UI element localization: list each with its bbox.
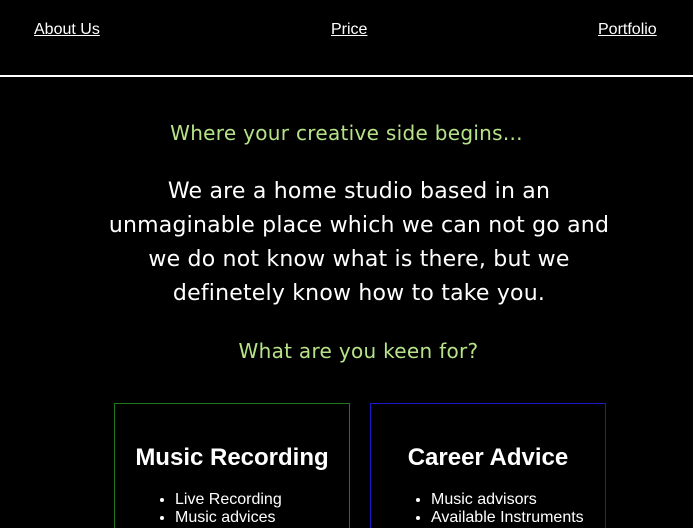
- hero-intro-text: We are a home studio based in an unmagin…: [108, 179, 610, 306]
- list-item: Music advices: [175, 509, 282, 527]
- list-item: Music advisors: [431, 491, 584, 509]
- nav-link-about-us[interactable]: About Us: [34, 21, 100, 39]
- list-item: Available Instruments: [431, 509, 584, 527]
- hero-tagline: Where your creative side begins...: [170, 121, 523, 145]
- service-card-music-recording: Music Recording Live Recording Music adv…: [114, 403, 350, 528]
- card-feature-list: Music advisors Available Instruments: [371, 491, 584, 527]
- card-feature-list: Live Recording Music advices: [115, 491, 282, 527]
- card-title: Career Advice: [407, 444, 569, 471]
- services-question: What are you keen for?: [238, 339, 479, 363]
- card-title: Music Recording: [135, 444, 329, 471]
- nav-link-price[interactable]: Price: [331, 21, 367, 39]
- list-item: Live Recording: [175, 491, 282, 509]
- nav-link-portfolio[interactable]: Portfolio: [598, 21, 657, 39]
- service-card-career-advice: Career Advice Music advisors Available I…: [370, 403, 606, 528]
- top-navigation: About Us Price Portfolio: [0, 0, 693, 77]
